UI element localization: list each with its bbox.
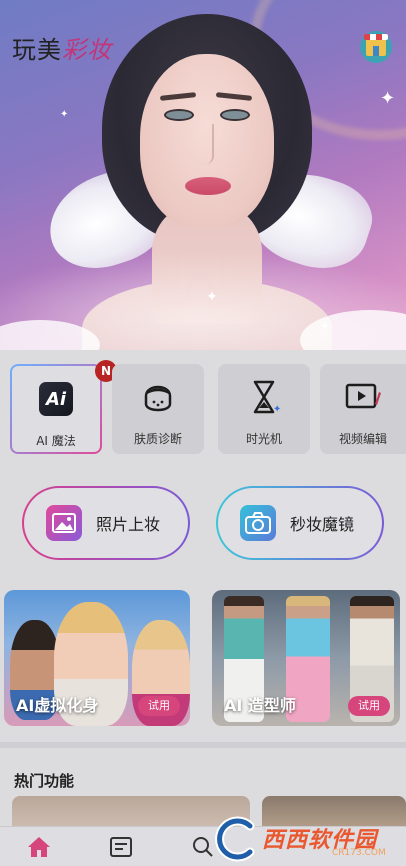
feature-card-ai-stylist[interactable]: AI 造型师 试用: [212, 590, 400, 726]
sparkle-icon: ✦: [60, 109, 69, 120]
logo-text-accent: 彩妆: [62, 36, 112, 64]
sparkle-icon: ✦: [380, 88, 396, 109]
tool-label: AI 魔法: [36, 434, 76, 448]
hot-features-title: 热门功能: [14, 772, 75, 790]
tool-skin-analysis[interactable]: 肤质诊断: [112, 364, 204, 454]
tool-label: 时光机: [245, 432, 282, 446]
nav-home[interactable]: [24, 833, 54, 861]
tool-ai-magic[interactable]: Ai N AI 魔法: [10, 360, 117, 454]
watermark-logo: 西西软件园 CR173.COM: [208, 812, 404, 866]
try-button[interactable]: 试用: [348, 696, 390, 716]
store-icon: [364, 34, 388, 56]
app-logo: 玩美彩妆: [12, 30, 112, 65]
logo-text-main: 玩美: [12, 36, 62, 64]
tool-video-edit[interactable]: 视频编辑: [320, 364, 406, 454]
hourglass-icon: ✦: [253, 380, 281, 415]
feature-card-title: AI虚拟化身: [16, 696, 99, 715]
sparkle-icon: ✦: [320, 319, 331, 333]
svg-text:✦: ✦: [273, 404, 281, 415]
hero-banner[interactable]: ✦ ✦ ✦ ✦ 玩美彩妆: [0, 0, 406, 350]
nav-news[interactable]: [106, 833, 136, 861]
sparkle-icon: ✦: [206, 289, 218, 305]
magic-mirror-label: 秒妆魔镜: [290, 515, 355, 534]
home-icon: [28, 837, 50, 857]
skin-face-icon: [144, 385, 172, 412]
photo-icon: [46, 505, 82, 541]
magic-mirror-button[interactable]: 秒妆魔镜: [216, 486, 384, 560]
tool-label: 肤质诊断: [133, 432, 182, 446]
section-divider: [0, 742, 406, 748]
tool-row: Ai N AI 魔法 肤质诊断 ✦ 时光机 视频编辑: [0, 358, 406, 458]
photo-makeup-button[interactable]: 照片上妆: [22, 486, 190, 560]
tool-label: 视频编辑: [338, 432, 387, 446]
feature-card-title: AI 造型师: [224, 696, 296, 715]
feature-card-ai-avatar[interactable]: AI虚拟化身 试用: [4, 590, 190, 726]
photo-makeup-label: 照片上妆: [96, 515, 161, 534]
tool-time-machine[interactable]: ✦ 时光机: [218, 364, 310, 454]
video-edit-icon: [345, 383, 381, 409]
watermark-subtext: CR173.COM: [332, 848, 386, 858]
camera-icon: [240, 505, 276, 541]
store-button[interactable]: [360, 31, 392, 63]
ai-magic-icon: Ai: [39, 382, 73, 416]
watermark-c-icon: [215, 816, 255, 862]
try-button[interactable]: 试用: [138, 696, 180, 716]
news-icon: [110, 837, 132, 857]
